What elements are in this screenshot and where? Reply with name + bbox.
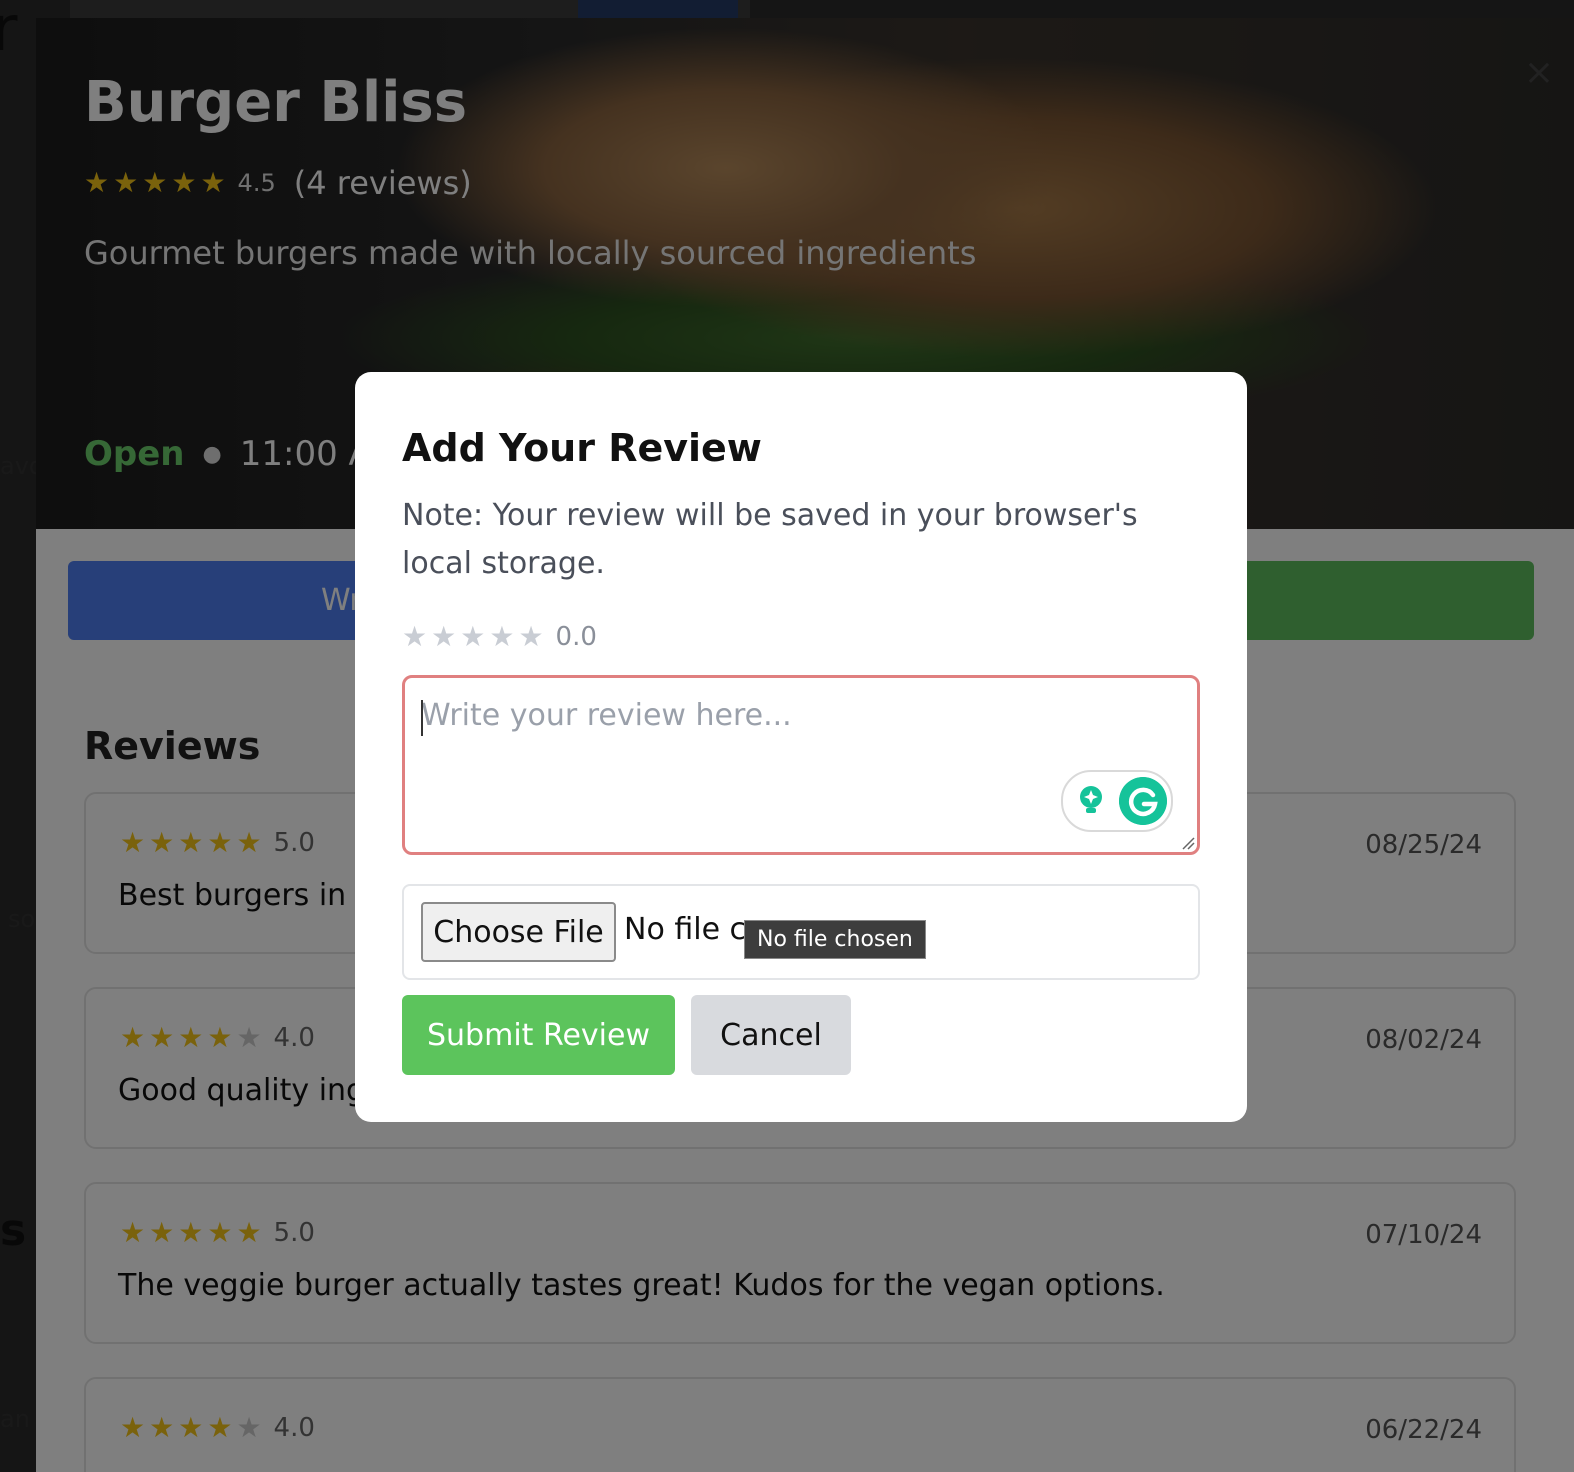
grammarly-icon <box>1119 777 1167 825</box>
file-tooltip: No file chosen <box>744 920 926 959</box>
star-icon[interactable]: ★ <box>489 623 514 651</box>
choose-file-button[interactable]: Choose File <box>421 902 616 962</box>
file-status: No file chosen <box>624 912 744 947</box>
star-icon[interactable]: ★ <box>431 623 456 651</box>
cancel-button[interactable]: Cancel <box>691 995 851 1075</box>
review-textarea-wrapper <box>402 675 1200 855</box>
star-icon[interactable]: ★ <box>402 623 427 651</box>
file-upload: Choose File No file chosen No file chose… <box>402 884 1200 980</box>
lightbulb-icon <box>1080 786 1102 813</box>
storage-note: Note: Your review will be saved in your … <box>402 498 1138 581</box>
text-caret <box>421 700 423 736</box>
modal-title: Add Your Review <box>402 426 762 470</box>
add-review-modal: Add Your Review Note: Your review will b… <box>355 372 1247 1122</box>
rating-selector: ★ ★ ★ ★ ★ 0.0 <box>402 622 597 652</box>
star-icon[interactable]: ★ <box>460 623 485 651</box>
resize-handle-icon[interactable] <box>1181 836 1195 850</box>
selected-rating-value: 0.0 <box>555 622 597 652</box>
submit-review-button[interactable]: Submit Review <box>402 995 675 1075</box>
grammarly-widget[interactable] <box>1061 770 1173 832</box>
star-icon[interactable]: ★ <box>518 623 543 651</box>
